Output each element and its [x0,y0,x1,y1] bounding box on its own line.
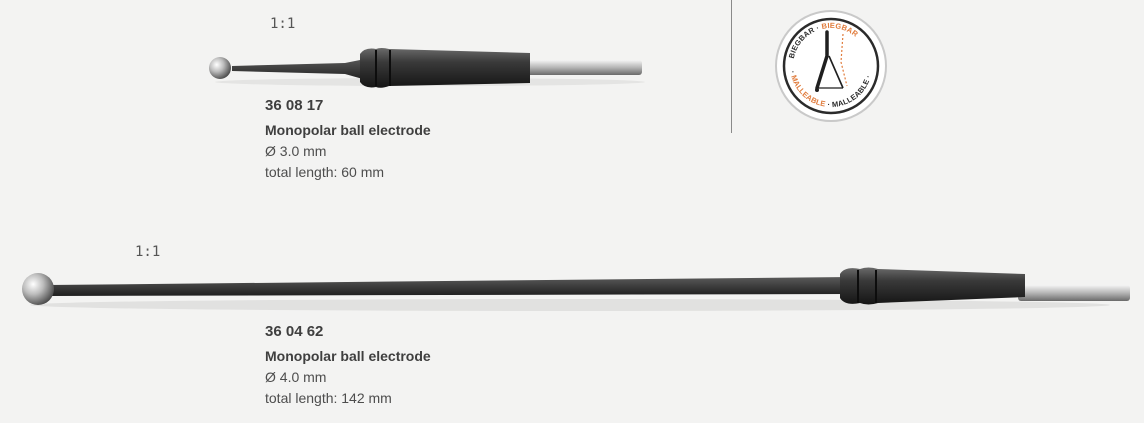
diameter: Ø 3.0 mm [265,143,327,159]
electrode-1-image [209,48,645,88]
product-name: Monopolar ball electrode [265,122,431,138]
article-number: 36 08 17 [265,97,324,114]
article-number: 36 04 62 [265,323,324,340]
total-length: total length: 60 mm [265,164,385,180]
illustrations: BIEGBAR · BIEGBAR · MALLEABLE · MALLEABL… [22,10,1130,311]
total-length: total length: 142 mm [265,390,392,406]
product-2: 36 04 62 Monopolar ball electrode Ø 4.0 … [265,321,431,409]
product-1: 36 08 17 Monopolar ball electrode Ø 3.0 … [265,95,431,183]
product-name: Monopolar ball electrode [265,348,431,364]
diameter: Ø 4.0 mm [265,369,327,385]
electrode-2-image [22,267,1130,311]
malleable-badge: BIEGBAR · BIEGBAR · MALLEABLE · MALLEABL… [775,10,887,122]
